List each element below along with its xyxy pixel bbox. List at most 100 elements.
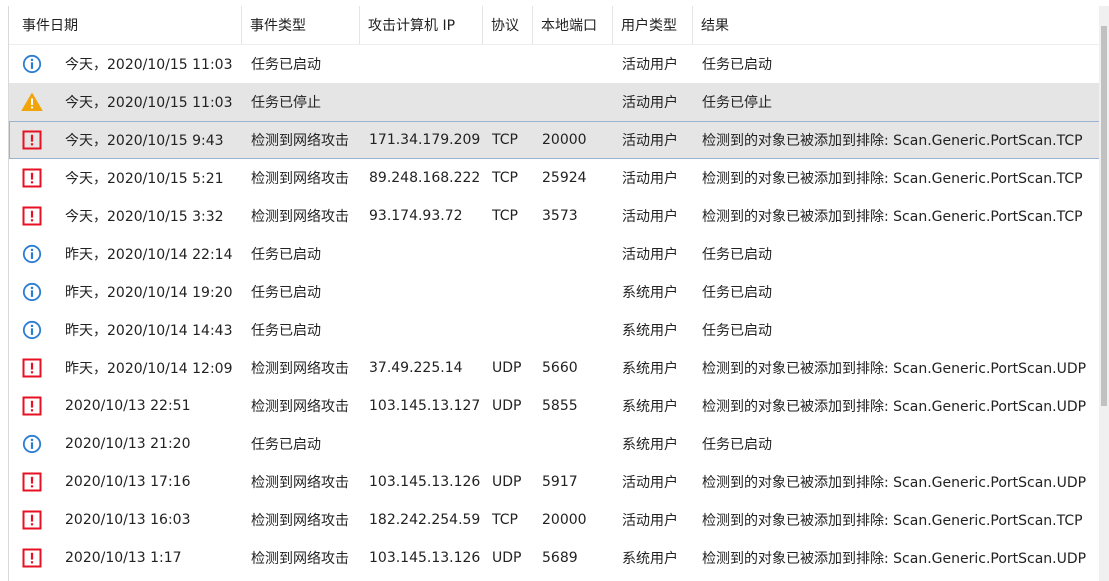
- user-type-cell: 活动用户: [622, 171, 678, 187]
- attacker-ip-cell: 103.145.13.127: [369, 398, 481, 414]
- result-cell: 任务已启动: [702, 285, 772, 301]
- alert-icon: [21, 205, 43, 227]
- column-header-protocol[interactable]: 协议: [483, 6, 533, 44]
- event-type-cell: 检测到网络攻击: [251, 399, 349, 415]
- date-text: 今天，2020/10/15 9:43: [65, 133, 224, 149]
- alert-icon: [21, 509, 43, 531]
- user-type-cell: 系统用户: [622, 437, 678, 453]
- table-row[interactable]: 昨天，2020/10/14 22:14 任务已启动 活动用户 任务已启动: [9, 235, 1100, 273]
- user-type-cell: 活动用户: [622, 475, 678, 491]
- date-cell: 2020/10/13 1:17: [10, 547, 243, 569]
- result-cell: 检测到的对象已被添加到排除: Scan.Generic.PortScan.UDP: [702, 399, 1087, 415]
- attacker-ip-cell: 182.242.254.59: [369, 512, 481, 528]
- protocol-cell: TCP: [492, 512, 518, 528]
- column-header-attacker-ip[interactable]: 攻击计算机 IP: [360, 6, 483, 44]
- protocol-cell: UDP: [492, 474, 522, 490]
- event-type-cell: 任务已启动: [251, 57, 321, 73]
- local-port-cell: 20000: [542, 512, 587, 528]
- event-type-cell: 任务已启动: [251, 323, 321, 339]
- protocol-cell: UDP: [492, 550, 522, 566]
- user-type-cell: 活动用户: [622, 133, 678, 149]
- user-type-cell: 活动用户: [622, 57, 678, 73]
- date-text: 2020/10/13 16:03: [65, 512, 191, 528]
- table-row[interactable]: 2020/10/13 1:17 检测到网络攻击 103.145.13.126 UDP 5…: [9, 539, 1100, 577]
- table-body: 今天，2020/10/15 11:03 任务已启动 活动用户 任务已启动 今天，2020…: [9, 45, 1100, 577]
- vertical-scrollbar[interactable]: [1099, 6, 1109, 581]
- result-cell: 检测到的对象已被添加到排除: Scan.Generic.PortScan.TCP: [702, 133, 1083, 149]
- table-header: 事件日期 事件类型 攻击计算机 IP 协议 本地端口 用户类型 结果: [9, 6, 1100, 45]
- date-text: 昨天，2020/10/14 14:43: [65, 323, 233, 339]
- table-row[interactable]: 2020/10/13 17:16 检测到网络攻击 103.145.13.126 UDP…: [9, 463, 1100, 501]
- user-type-cell: 系统用户: [622, 361, 678, 377]
- scrollbar-thumb[interactable]: [1101, 26, 1107, 406]
- alert-icon: [21, 547, 43, 569]
- event-report-window: 事件日期 事件类型 攻击计算机 IP 协议 本地端口 用户类型 结果 今天，20…: [0, 0, 1109, 581]
- table-row[interactable]: 2020/10/13 16:03 检测到网络攻击 182.242.254.59 TCP…: [9, 501, 1100, 539]
- table-row[interactable]: 2020/10/13 21:20 任务已启动 系统用户 任务已启动: [9, 425, 1100, 463]
- user-type-cell: 活动用户: [622, 95, 678, 111]
- user-type-cell: 系统用户: [622, 285, 678, 301]
- local-port-cell: 20000: [542, 132, 587, 148]
- local-port-cell: 3573: [542, 208, 578, 224]
- attacker-ip-cell: 93.174.93.72: [369, 208, 463, 224]
- info-icon: [21, 433, 43, 455]
- column-header-local-port[interactable]: 本地端口: [533, 6, 613, 44]
- date-text: 2020/10/13 1:17: [65, 550, 182, 566]
- column-header-result[interactable]: 结果: [693, 6, 1100, 44]
- table-row[interactable]: 昨天，2020/10/14 19:20 任务已启动 系统用户 任务已启动: [9, 273, 1100, 311]
- event-type-cell: 任务已停止: [251, 95, 321, 111]
- column-header-user-type[interactable]: 用户类型: [613, 6, 693, 44]
- user-type-cell: 活动用户: [622, 209, 678, 225]
- event-type-cell: 检测到网络攻击: [251, 361, 349, 377]
- info-icon: [21, 281, 43, 303]
- alert-icon: [21, 167, 43, 189]
- table-row[interactable]: 今天，2020/10/15 3:32 检测到网络攻击 93.174.93.72 TCP…: [9, 197, 1100, 235]
- result-cell: 任务已启动: [702, 437, 772, 453]
- event-type-cell: 检测到网络攻击: [251, 551, 349, 567]
- result-cell: 检测到的对象已被添加到排除: Scan.Generic.PortScan.TCP: [702, 513, 1083, 529]
- table-row[interactable]: 今天，2020/10/15 9:43 检测到网络攻击 171.34.179.209 T…: [9, 121, 1100, 159]
- attacker-ip-cell: 103.145.13.126: [369, 474, 481, 490]
- result-cell: 检测到的对象已被添加到排除: Scan.Generic.PortScan.UDP: [702, 475, 1087, 491]
- date-text: 2020/10/13 21:20: [65, 436, 191, 452]
- protocol-cell: UDP: [492, 360, 522, 376]
- table-row[interactable]: 2020/10/13 22:51 检测到网络攻击 103.145.13.127 UDP…: [9, 387, 1100, 425]
- table-row[interactable]: 今天，2020/10/15 11:03 任务已启动 活动用户 任务已启动: [9, 45, 1100, 83]
- table-row[interactable]: 昨天，2020/10/14 14:43 任务已启动 系统用户 任务已启动: [9, 311, 1100, 349]
- local-port-cell: 5917: [542, 474, 578, 490]
- date-cell: 昨天，2020/10/14 22:14: [10, 243, 243, 265]
- event-type-cell: 任务已启动: [251, 285, 321, 301]
- attacker-ip-cell: 103.145.13.126: [369, 550, 481, 566]
- user-type-cell: 活动用户: [622, 513, 678, 529]
- table-row[interactable]: 昨天，2020/10/14 12:09 检测到网络攻击 37.49.225.14 UD…: [9, 349, 1100, 387]
- date-cell: 昨天，2020/10/14 14:43: [10, 319, 243, 341]
- column-header-date[interactable]: 事件日期: [9, 6, 242, 44]
- event-type-cell: 任务已启动: [251, 247, 321, 263]
- event-type-cell: 检测到网络攻击: [251, 513, 349, 529]
- date-cell: 今天，2020/10/15 9:43: [10, 129, 243, 151]
- alert-icon: [21, 395, 43, 417]
- info-icon: [21, 243, 43, 265]
- user-type-cell: 系统用户: [622, 551, 678, 567]
- user-type-cell: 活动用户: [622, 247, 678, 263]
- protocol-cell: TCP: [492, 132, 518, 148]
- attacker-ip-cell: 37.49.225.14: [369, 360, 463, 376]
- table-row[interactable]: 今天，2020/10/15 5:21 检测到网络攻击 89.248.168.222 T…: [9, 159, 1100, 197]
- date-text: 2020/10/13 22:51: [65, 398, 191, 414]
- protocol-cell: TCP: [492, 170, 518, 186]
- column-header-event-type[interactable]: 事件类型: [242, 6, 360, 44]
- local-port-cell: 25924: [542, 170, 587, 186]
- attacker-ip-cell: 89.248.168.222: [369, 170, 481, 186]
- date-text: 今天，2020/10/15 3:32: [65, 209, 224, 225]
- attacker-ip-cell: 171.34.179.209: [369, 132, 481, 148]
- date-text: 今天，2020/10/15 11:03: [65, 57, 233, 73]
- alert-icon: [21, 129, 43, 151]
- alert-icon: [21, 471, 43, 493]
- protocol-cell: UDP: [492, 398, 522, 414]
- table-row[interactable]: 今天，2020/10/15 11:03 任务已停止 活动用户 任务已停止: [9, 83, 1100, 121]
- protocol-cell: TCP: [492, 208, 518, 224]
- date-cell: 昨天，2020/10/14 19:20: [10, 281, 243, 303]
- event-type-cell: 检测到网络攻击: [251, 133, 349, 149]
- date-text: 今天，2020/10/15 5:21: [65, 171, 224, 187]
- date-cell: 今天，2020/10/15 5:21: [10, 167, 243, 189]
